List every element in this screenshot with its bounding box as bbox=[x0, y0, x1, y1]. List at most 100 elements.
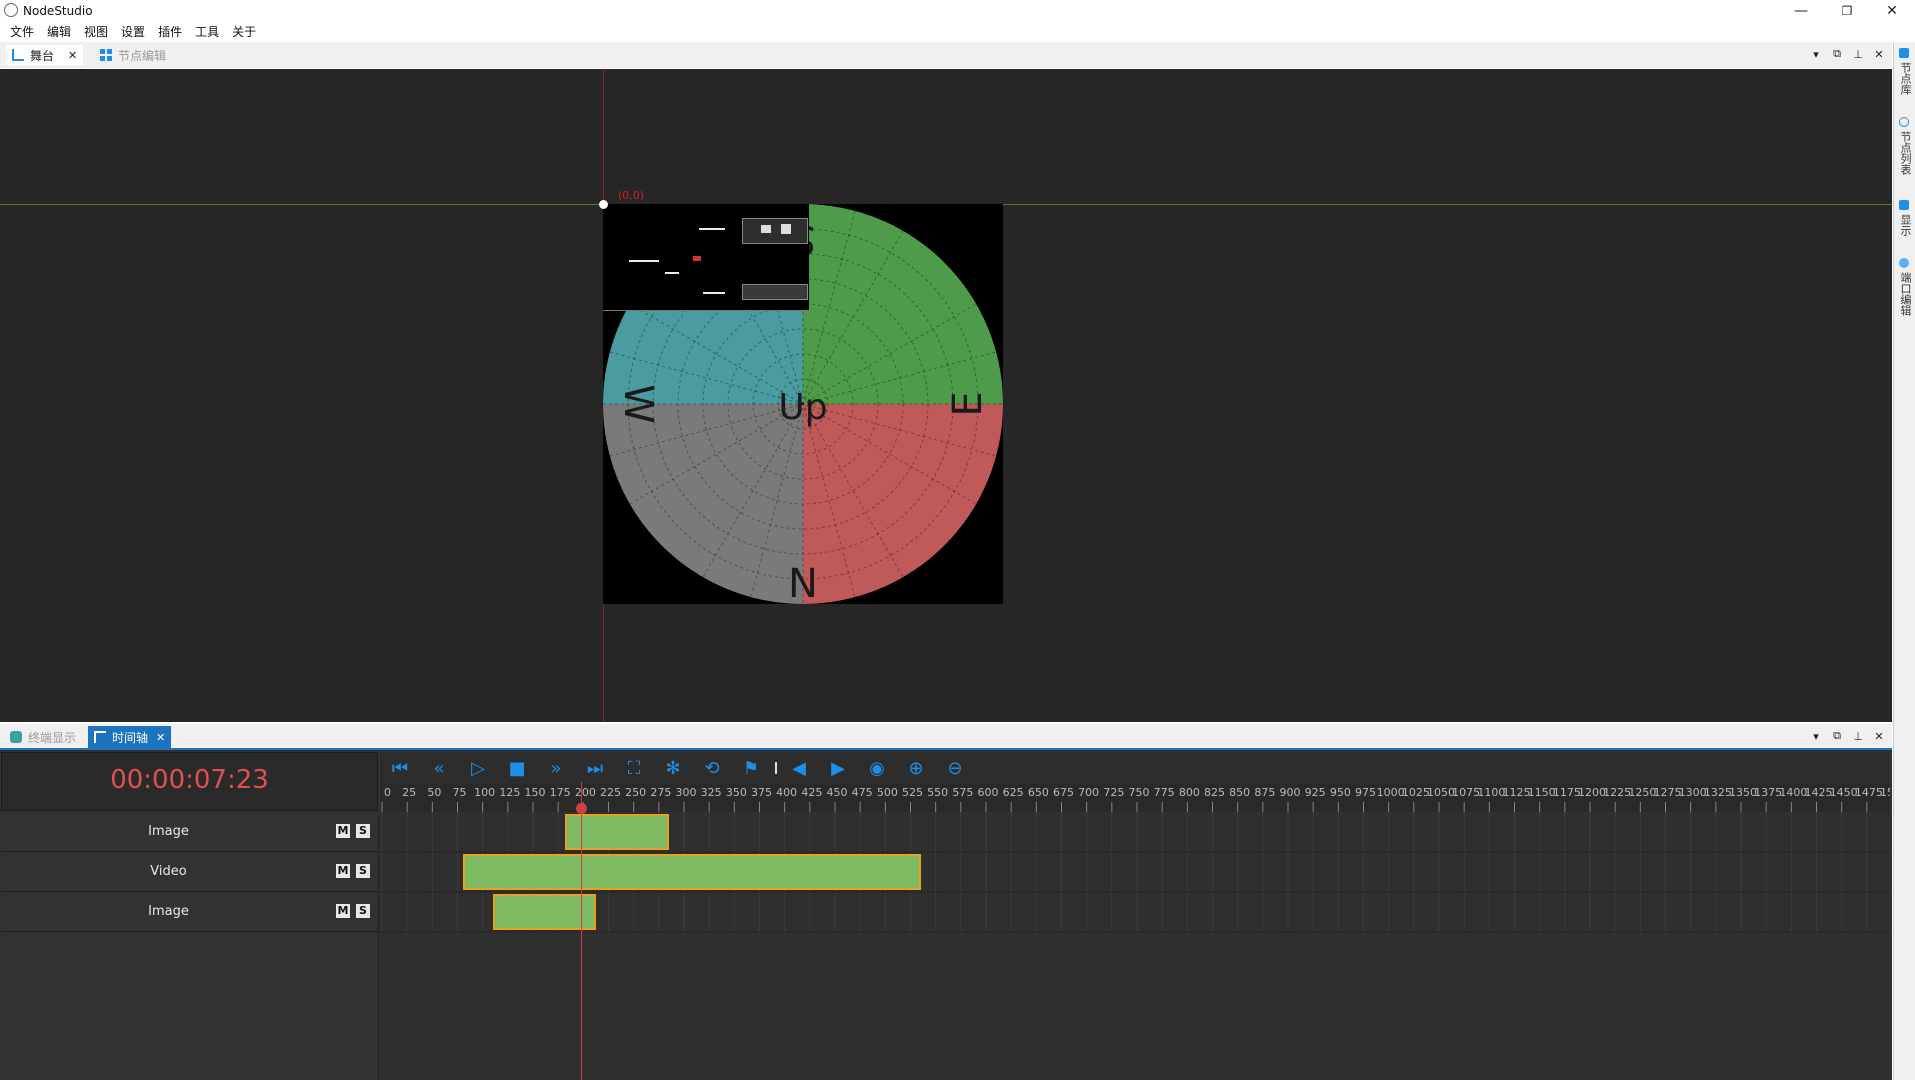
menu-view[interactable]: 视图 bbox=[79, 22, 113, 42]
skip-to-start-icon[interactable]: ⏮ bbox=[390, 758, 410, 779]
origin-handle[interactable] bbox=[599, 200, 608, 209]
clip-video[interactable] bbox=[462, 854, 921, 890]
tab-timeline[interactable]: 时间轴 ✕ bbox=[88, 726, 172, 748]
track-header[interactable]: Video M S bbox=[1, 852, 378, 892]
maximize-button[interactable]: ❐ bbox=[1824, 0, 1870, 22]
solo-button[interactable]: S bbox=[356, 824, 370, 838]
ruler-tick-label: 325 bbox=[701, 786, 722, 799]
compass-up-label: Up bbox=[778, 387, 827, 428]
close-button[interactable]: ✕ bbox=[1869, 0, 1915, 22]
tab-terminal-label: 终端显示 bbox=[28, 730, 77, 745]
fast-forward-icon[interactable]: » bbox=[546, 758, 566, 779]
tab-terminal[interactable]: 终端显示 bbox=[4, 727, 82, 747]
ruler-svg: 0 25 50 75 100 125 150 175 200 225 250 275 300 325 350… bbox=[381, 786, 1908, 812]
skip-to-end-icon[interactable]: ⏭ bbox=[585, 758, 605, 779]
tab-timeline-close-icon[interactable]: ✕ bbox=[156, 731, 165, 744]
app-title: NodeStudio bbox=[23, 4, 93, 18]
mute-button[interactable]: M bbox=[336, 824, 350, 838]
display-icon bbox=[1899, 200, 1909, 210]
menu-settings[interactable]: 设置 bbox=[116, 22, 150, 42]
stage-viewport[interactable]: Up N E W S (0,0) bbox=[0, 69, 1892, 722]
menu-file[interactable]: 文件 bbox=[5, 22, 39, 42]
ruler-tick-label: 225 bbox=[600, 786, 621, 799]
dock-pin-icon[interactable]: ⊥ bbox=[1850, 46, 1866, 62]
dock-menu-icon[interactable]: ▾ bbox=[1808, 728, 1824, 744]
port-edit-icon bbox=[1899, 258, 1909, 268]
tab-timeline-label: 时间轴 bbox=[112, 730, 149, 745]
prev-key-icon[interactable]: ◀ bbox=[789, 758, 809, 779]
side-tab-node-list[interactable]: 节点列表 bbox=[1897, 131, 1913, 175]
track-header-list: Image M S Video M S Image M S bbox=[1, 812, 379, 1080]
menu-tools[interactable]: 工具 bbox=[190, 22, 224, 42]
play-icon[interactable]: ▷ bbox=[468, 758, 488, 779]
solo-button[interactable]: S bbox=[356, 904, 370, 918]
ruler-tick-label: 1375 bbox=[1754, 786, 1782, 799]
ruler-tick-label: 125 bbox=[499, 786, 520, 799]
node-library-icon bbox=[1899, 48, 1909, 58]
menu-about[interactable]: 关于 bbox=[227, 22, 261, 42]
menu-bar: 文件 编辑 视图 设置 插件 工具 关于 bbox=[0, 22, 1915, 42]
stage-canvas-image[interactable]: Up N E W S bbox=[603, 204, 1003, 604]
stage-icon bbox=[12, 49, 24, 61]
ruler-tick-label: 825 bbox=[1204, 786, 1225, 799]
ruler-tick-label: 525 bbox=[902, 786, 923, 799]
ruler-tick-label: 100 bbox=[474, 786, 495, 799]
mute-button[interactable]: M bbox=[336, 864, 350, 878]
ruler-tick-label: 175 bbox=[550, 786, 571, 799]
dock-menu-icon[interactable]: ▾ bbox=[1808, 46, 1824, 62]
ruler-tick-label: 475 bbox=[852, 786, 873, 799]
rewind-icon[interactable]: « bbox=[429, 758, 449, 779]
timeline-panel: 00:00:07:23 Image M S Video M S Image M … bbox=[0, 750, 1908, 1080]
track-header[interactable]: Image M S bbox=[1, 812, 378, 852]
dock-pin-icon[interactable]: ⊥ bbox=[1850, 728, 1866, 744]
tab-stage[interactable]: 舞台 ✕ bbox=[6, 45, 84, 65]
menu-plugins[interactable]: 插件 bbox=[153, 22, 187, 42]
fit-icon[interactable]: ⛶ bbox=[624, 758, 644, 779]
ruler-tick-label: 800 bbox=[1179, 786, 1200, 799]
dock-close-icon[interactable]: ✕ bbox=[1871, 46, 1887, 62]
ruler-tick-label: 775 bbox=[1154, 786, 1175, 799]
toolbar-separator bbox=[775, 762, 777, 774]
ruler-tick-label: 250 bbox=[625, 786, 646, 799]
track-header[interactable]: Image M S bbox=[1, 892, 378, 932]
track-name: Image bbox=[148, 904, 189, 919]
title-bar: NodeStudio — ❐ ✕ bbox=[0, 0, 1915, 22]
compass-e-label: E bbox=[945, 391, 991, 416]
dock-float-icon[interactable]: ⧉ bbox=[1829, 46, 1845, 62]
mute-button[interactable]: M bbox=[336, 904, 350, 918]
loop-icon[interactable]: ⟲ bbox=[702, 758, 722, 779]
ruler-tick-label: 50 bbox=[427, 786, 441, 799]
record-icon[interactable]: ◉ bbox=[867, 758, 887, 779]
tab-stage-close-icon[interactable]: ✕ bbox=[68, 49, 77, 62]
ruler-tick-label: 650 bbox=[1028, 786, 1049, 799]
ruler-tick-label: 1125 bbox=[1503, 786, 1531, 799]
settings-icon[interactable]: ✻ bbox=[663, 758, 683, 779]
ruler-tick-label: 675 bbox=[1053, 786, 1074, 799]
ruler-tick-label: 425 bbox=[801, 786, 822, 799]
zoom-in-icon[interactable]: ⊕ bbox=[906, 758, 926, 779]
track-lanes-area[interactable] bbox=[380, 812, 1890, 1080]
side-tab-display[interactable]: 显示 bbox=[1897, 214, 1913, 236]
thumb-window-a bbox=[742, 218, 808, 244]
marker-icon[interactable]: ⚑ bbox=[741, 758, 761, 779]
time-ruler[interactable]: 0 25 50 75 100 125 150 175 200 225 250 275 300 325 350… bbox=[380, 784, 1908, 812]
zoom-out-icon[interactable]: ⊖ bbox=[945, 758, 965, 779]
side-tab-node-library[interactable]: 节点库 bbox=[1897, 62, 1913, 95]
side-tab-port-edit[interactable]: 端口编辑 bbox=[1897, 272, 1913, 316]
overlay-thumbnail-panel bbox=[603, 204, 809, 311]
ruler-tick-label: 400 bbox=[776, 786, 797, 799]
dock-close-icon[interactable]: ✕ bbox=[1871, 728, 1887, 744]
next-key-icon[interactable]: ▶ bbox=[828, 758, 848, 779]
solo-button[interactable]: S bbox=[356, 864, 370, 878]
right-side-tab-strip bbox=[1893, 42, 1915, 1080]
tab-node-editor[interactable]: 节点编辑 bbox=[94, 45, 172, 65]
minimize-button[interactable]: — bbox=[1778, 0, 1824, 22]
dock-float-icon[interactable]: ⧉ bbox=[1829, 728, 1845, 744]
track-name: Video bbox=[150, 864, 187, 879]
stop-icon[interactable]: ■ bbox=[507, 758, 527, 779]
ruler-tick-label: 1400 bbox=[1779, 786, 1807, 799]
ruler-tick-label: 25 bbox=[402, 786, 416, 799]
timeline-toolbar: ⏮ « ▷ ■ » ⏭ ⛶ ✻ ⟲ ⚑ ◀ ▶ ◉ ⊕ ⊖ bbox=[380, 752, 1890, 784]
menu-edit[interactable]: 编辑 bbox=[42, 22, 76, 42]
ruler-tick-label: 850 bbox=[1229, 786, 1250, 799]
